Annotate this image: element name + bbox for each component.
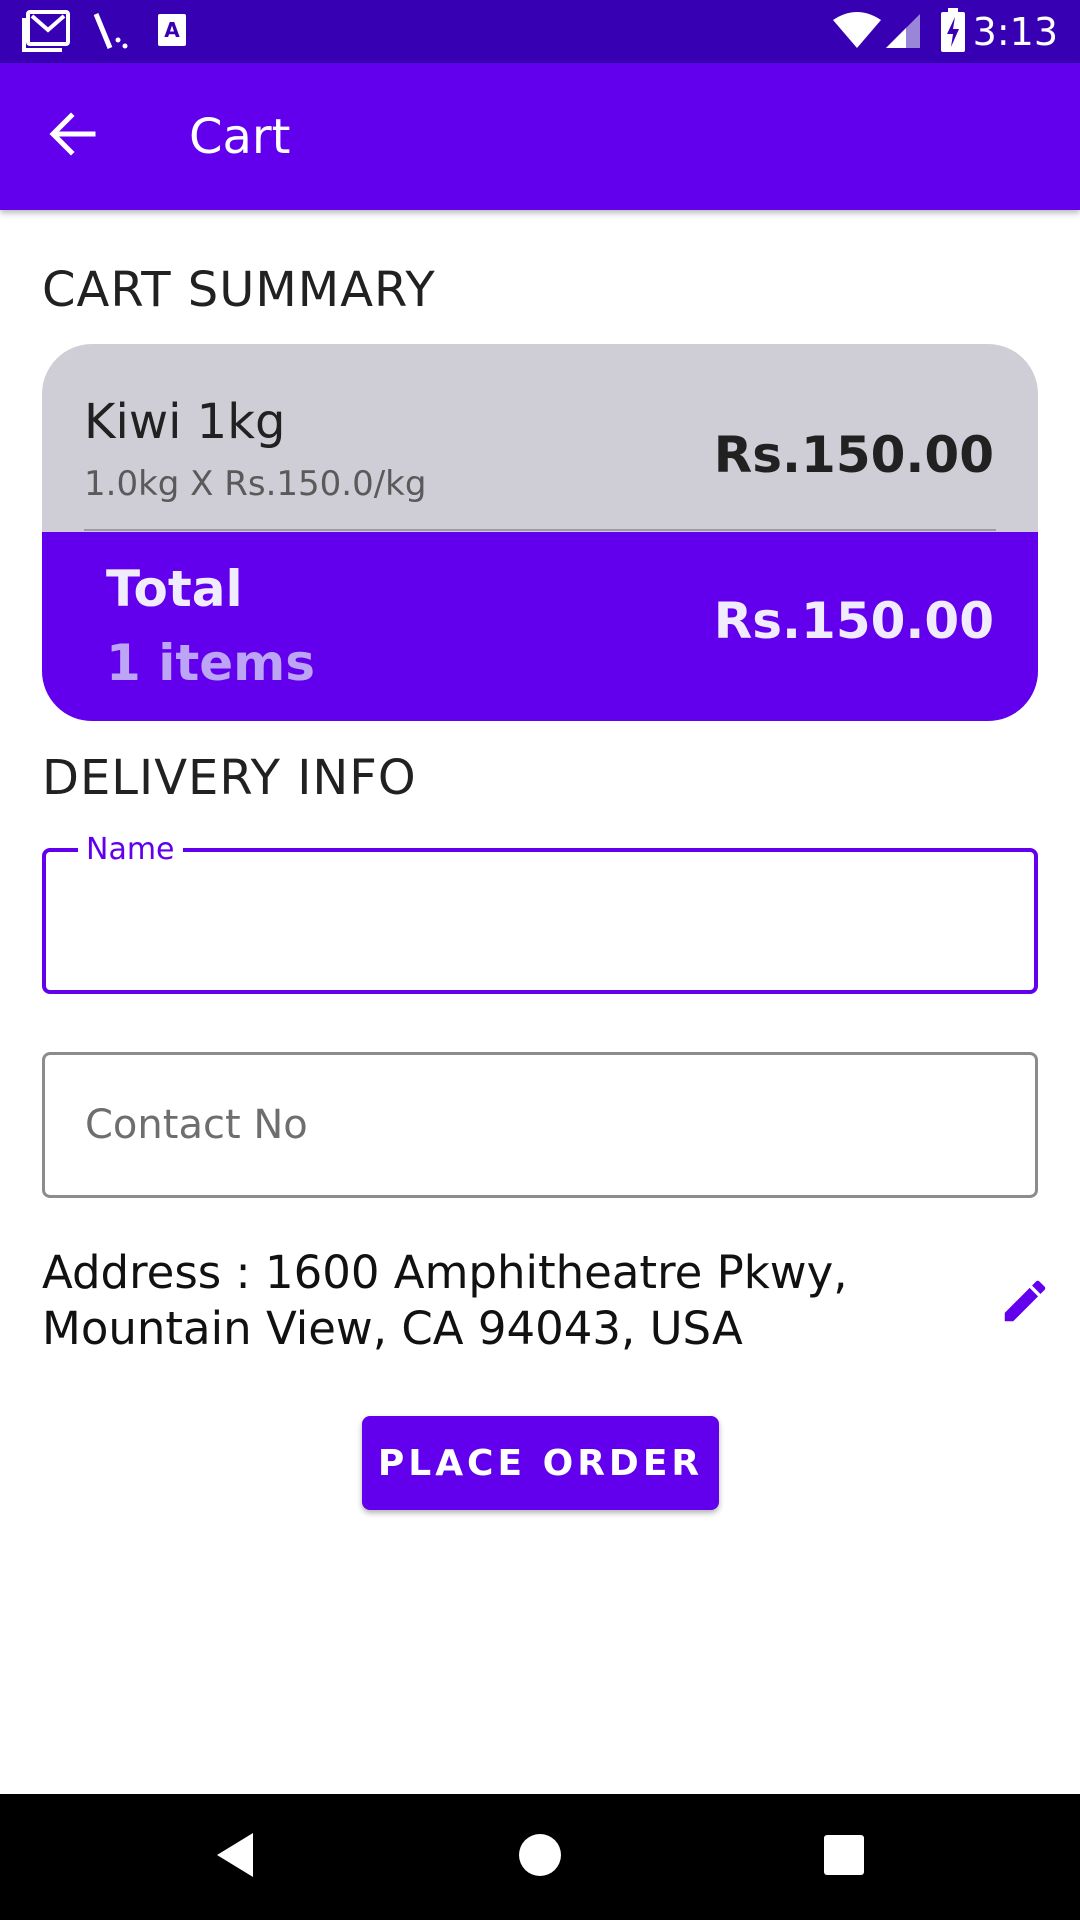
- cart-summary-heading: CART SUMMARY: [42, 262, 436, 318]
- name-input[interactable]: [46, 852, 1034, 990]
- gmail-icon: [22, 10, 72, 57]
- back-triangle-icon: [213, 1831, 257, 1884]
- svg-text:A: A: [164, 18, 180, 42]
- status-time: 3:13: [972, 10, 1058, 54]
- total-item-count: 1 items: [106, 634, 316, 692]
- nav-recents-button[interactable]: [809, 1822, 879, 1892]
- contact-field: [42, 1052, 1038, 1198]
- nav-back-button[interactable]: [200, 1822, 270, 1892]
- cart-item-detail: 1.0kg X Rs.150.0/kg: [84, 464, 427, 504]
- app-bar: Cart: [0, 63, 1080, 210]
- arrow-left-icon: [49, 111, 97, 161]
- signal-strength-wedge-icon: [92, 10, 128, 57]
- navigation-bar: [0, 1794, 1080, 1920]
- battery-charging-icon: [940, 8, 966, 57]
- cart-item-row: Kiwi 1kg 1.0kg X Rs.150.0/kg Rs.150.00: [42, 344, 1038, 531]
- total-label: Total: [106, 560, 243, 618]
- contact-no-input[interactable]: [45, 1055, 1035, 1195]
- pencil-icon: [998, 1274, 1052, 1333]
- keyboard-a-icon: A: [156, 10, 188, 55]
- edit-address-button[interactable]: [990, 1268, 1060, 1338]
- place-order-button[interactable]: PLACE ORDER: [362, 1416, 719, 1510]
- name-field: Name: [42, 833, 1038, 994]
- wifi-icon: [832, 12, 882, 55]
- cart-total-row: Total 1 items Rs.150.00: [42, 532, 1038, 721]
- delivery-address: Address : 1600 Amphitheatre Pkwy, Mounta…: [42, 1246, 848, 1355]
- home-circle-icon: [517, 1832, 563, 1883]
- divider: [84, 529, 996, 531]
- cart-item-name: Kiwi 1kg: [84, 394, 286, 450]
- status-bar: A 3:13: [0, 0, 1080, 63]
- back-button[interactable]: [28, 101, 118, 171]
- cart-summary-card: Kiwi 1kg 1.0kg X Rs.150.0/kg Rs.150.00 T…: [42, 344, 1038, 721]
- recents-square-icon: [823, 1834, 865, 1881]
- nav-home-button[interactable]: [505, 1822, 575, 1892]
- cellular-icon: [884, 12, 922, 55]
- page-title: Cart: [189, 109, 291, 165]
- total-price: Rs.150.00: [713, 592, 994, 650]
- delivery-info-heading: DELIVERY INFO: [42, 750, 417, 806]
- cart-item-price: Rs.150.00: [713, 426, 994, 484]
